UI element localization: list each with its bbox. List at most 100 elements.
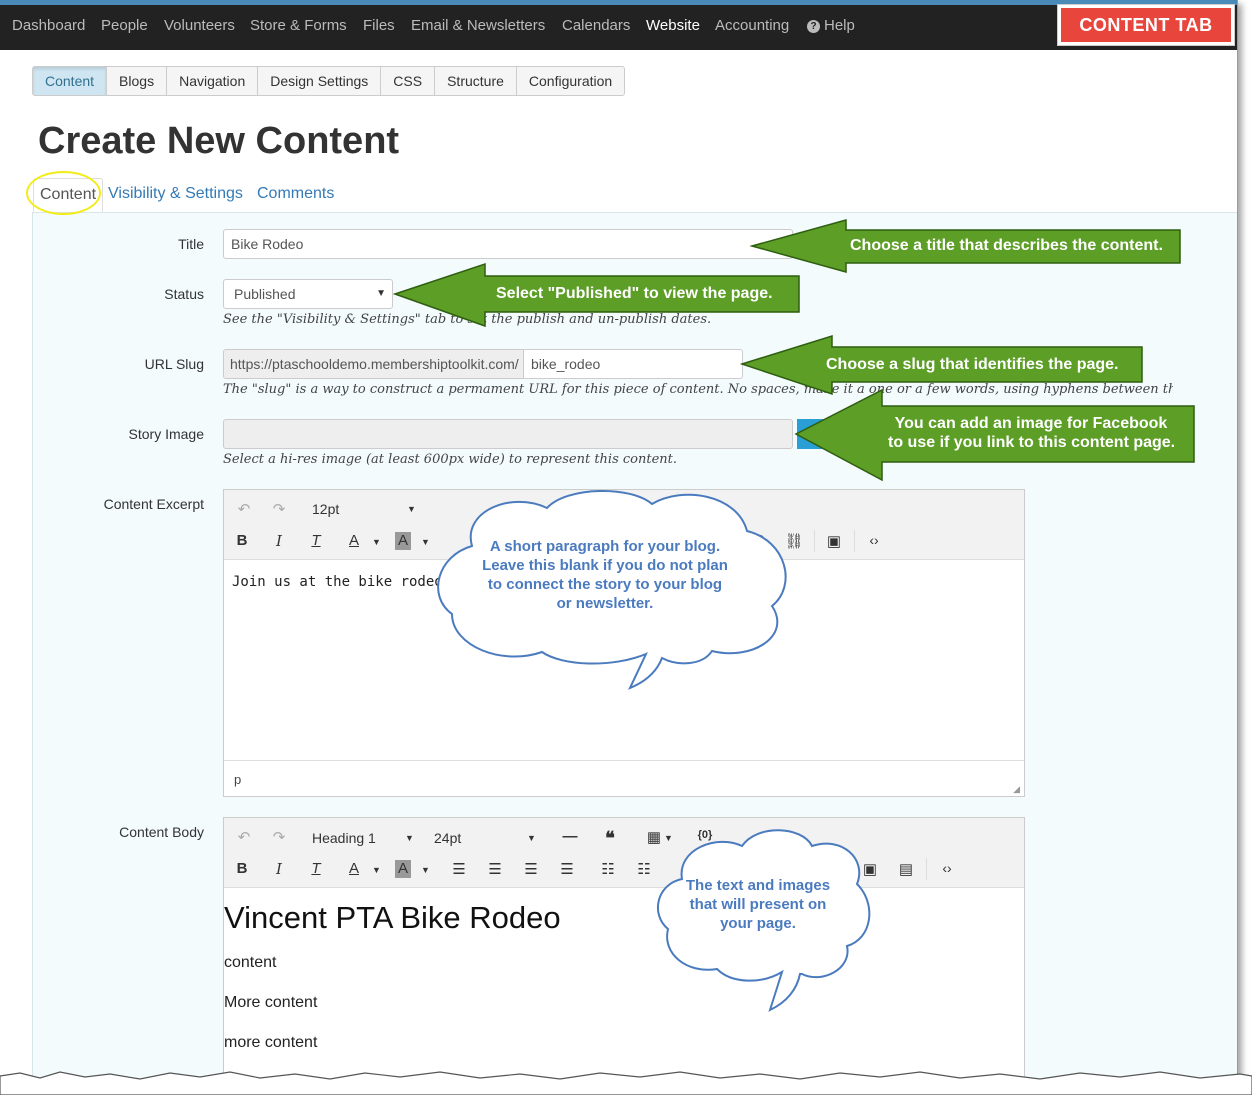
nav-help[interactable]: ? Help bbox=[807, 17, 855, 34]
torn-edge bbox=[0, 1071, 1252, 1095]
nav-dashboard[interactable]: Dashboard bbox=[12, 17, 85, 34]
caret-down-icon: ▼ bbox=[372, 537, 381, 547]
content-body-editor: ↶ ↷ Heading 1 ▼ 24pt ▼ — ❝ ▦ ▼ {0} B I T A… bbox=[223, 817, 1025, 1080]
body-font-size-dropdown[interactable]: 24pt ▼ bbox=[434, 830, 536, 846]
nav-volunteers[interactable]: Volunteers bbox=[164, 17, 235, 34]
image-icon[interactable]: ▣ bbox=[822, 532, 846, 550]
subnav-design-settings[interactable]: Design Settings bbox=[258, 67, 382, 95]
caret-down-icon: ▼ bbox=[407, 504, 416, 514]
body-paragraph[interactable]: More content bbox=[224, 994, 317, 1012]
status-annotation-text: Select "Published" to view the page. bbox=[496, 285, 773, 302]
redo-icon[interactable]: ↷ bbox=[267, 828, 291, 846]
text-color-icon[interactable]: A bbox=[342, 532, 366, 549]
image-annotation-text: You can add an image for Facebook to use… bbox=[888, 414, 1176, 452]
code-icon[interactable]: ‹› bbox=[862, 532, 886, 548]
caret-down-icon: ▼ bbox=[372, 865, 381, 875]
nav-accounting[interactable]: Accounting bbox=[715, 17, 789, 34]
tab-visibility-settings[interactable]: Visibility & Settings bbox=[108, 185, 243, 203]
redo-icon[interactable]: ↷ bbox=[267, 500, 291, 518]
block-format-dropdown[interactable]: Heading 1 ▼ bbox=[312, 830, 414, 846]
status-label: Status bbox=[164, 286, 204, 302]
nav-files[interactable]: Files bbox=[363, 17, 395, 34]
background-color-icon[interactable]: A bbox=[395, 532, 411, 550]
resize-handle-icon[interactable]: ◢ bbox=[1013, 784, 1020, 795]
subnav-configuration[interactable]: Configuration bbox=[517, 67, 624, 95]
story-image-help-text: Select a hi-res image (at least 600px wi… bbox=[223, 452, 677, 467]
body-cloud-text: The text and images that will present on… bbox=[668, 876, 848, 933]
excerpt-path: p bbox=[234, 772, 242, 787]
toolbar-separator bbox=[814, 530, 815, 552]
undo-icon[interactable]: ↶ bbox=[232, 500, 256, 518]
horizontal-rule-icon[interactable]: — bbox=[558, 828, 582, 845]
subnav-structure[interactable]: Structure bbox=[435, 67, 517, 95]
bold-icon[interactable]: B bbox=[230, 532, 254, 549]
subnav-content[interactable]: Content bbox=[33, 67, 108, 95]
body-paragraph[interactable]: more content bbox=[224, 1034, 317, 1052]
italic-icon[interactable]: I bbox=[267, 532, 291, 550]
excerpt-cloud-text: A short paragraph for your blog. Leave t… bbox=[460, 537, 750, 613]
tab-comments[interactable]: Comments bbox=[257, 185, 334, 203]
undo-icon[interactable]: ↶ bbox=[232, 828, 256, 846]
url-slug-label: URL Slug bbox=[144, 356, 204, 372]
caret-down-icon: ▼ bbox=[421, 537, 430, 547]
title-label: Title bbox=[178, 236, 204, 252]
subnav-navigation[interactable]: Navigation bbox=[167, 67, 259, 95]
content-excerpt-label: Content Excerpt bbox=[103, 496, 204, 512]
story-image-input[interactable] bbox=[223, 419, 793, 449]
blockquote-icon[interactable]: ❝ bbox=[598, 828, 622, 849]
toolbar-separator bbox=[926, 858, 927, 880]
caret-down-icon: ▼ bbox=[527, 833, 536, 843]
question-circle-icon: ? bbox=[807, 20, 820, 33]
caret-down-icon: ▼ bbox=[421, 865, 430, 875]
nav-people[interactable]: People bbox=[101, 17, 148, 34]
url-slug-prefix: https://ptaschooldemo.membershiptoolkit.… bbox=[223, 349, 525, 379]
excerpt-font-size-value: 12pt bbox=[312, 501, 340, 517]
image-annotation-line: You can add an image for Facebook bbox=[894, 415, 1168, 432]
block-format-value: Heading 1 bbox=[312, 830, 376, 846]
caret-down-icon: ▼ bbox=[405, 833, 414, 843]
body-cloud-line: that will present on bbox=[689, 896, 827, 913]
app-window: Dashboard People Volunteers Store & Form… bbox=[0, 0, 1238, 1080]
body-heading[interactable]: Vincent PTA Bike Rodeo bbox=[224, 900, 561, 936]
background-color-icon[interactable]: A bbox=[395, 860, 411, 878]
align-left-icon[interactable]: ☰ bbox=[447, 860, 471, 878]
website-subnav: Content Blogs Navigation Design Settings… bbox=[32, 66, 626, 96]
align-center-icon[interactable]: ☰ bbox=[483, 860, 507, 878]
caret-down-icon: ▼ bbox=[376, 288, 386, 299]
title-input[interactable]: Bike Rodeo bbox=[223, 229, 793, 259]
align-justify-icon[interactable]: ☰ bbox=[555, 860, 579, 878]
nav-help-label: Help bbox=[824, 17, 855, 34]
body-cloud-line: The text and images bbox=[685, 877, 831, 894]
slug-annotation-text: Choose a slug that identifies the page. bbox=[826, 356, 1119, 373]
align-right-icon[interactable]: ☰ bbox=[519, 860, 543, 878]
body-cloud-line: your page. bbox=[720, 915, 796, 932]
code-icon[interactable]: ‹› bbox=[935, 860, 959, 876]
video-icon[interactable]: ▤ bbox=[894, 860, 918, 878]
url-slug-input[interactable]: bike_rodeo bbox=[523, 349, 743, 379]
status-select[interactable]: Published ▼ bbox=[223, 279, 393, 309]
body-paragraph[interactable]: content bbox=[224, 954, 276, 972]
nav-store-forms[interactable]: Store & Forms bbox=[250, 17, 347, 34]
nav-calendars[interactable]: Calendars bbox=[562, 17, 630, 34]
italic-icon[interactable]: I bbox=[267, 860, 291, 878]
text-color-icon[interactable]: A bbox=[342, 860, 366, 877]
bold-icon[interactable]: B bbox=[230, 860, 254, 877]
highlight-circle bbox=[26, 171, 101, 215]
subnav-css[interactable]: CSS bbox=[381, 67, 436, 95]
story-image-label: Story Image bbox=[128, 426, 204, 442]
excerpt-cloud-line: A short paragraph for your blog. bbox=[489, 538, 721, 555]
status-select-value: Published bbox=[234, 286, 296, 302]
image-annotation-line: to use if you link to this content page. bbox=[888, 434, 1176, 451]
clear-formatting-icon[interactable]: T bbox=[304, 860, 328, 877]
toolbar-separator bbox=[854, 530, 855, 552]
bullet-list-icon[interactable]: ☷ bbox=[596, 860, 620, 878]
title-annotation-text: Choose a title that describes the conten… bbox=[850, 237, 1163, 254]
nav-email-newsletters[interactable]: Email & Newsletters bbox=[411, 17, 545, 34]
nav-website[interactable]: Website bbox=[646, 17, 700, 34]
clear-formatting-icon[interactable]: T bbox=[304, 532, 328, 549]
excerpt-cloud-line: Leave this blank if you do not plan bbox=[482, 557, 728, 574]
page-title: Create New Content bbox=[38, 120, 400, 162]
subnav-blogs[interactable]: Blogs bbox=[107, 67, 168, 95]
excerpt-font-size-dropdown[interactable]: 12pt ▼ bbox=[312, 501, 416, 517]
excerpt-cloud-line: or newsletter. bbox=[556, 595, 654, 612]
